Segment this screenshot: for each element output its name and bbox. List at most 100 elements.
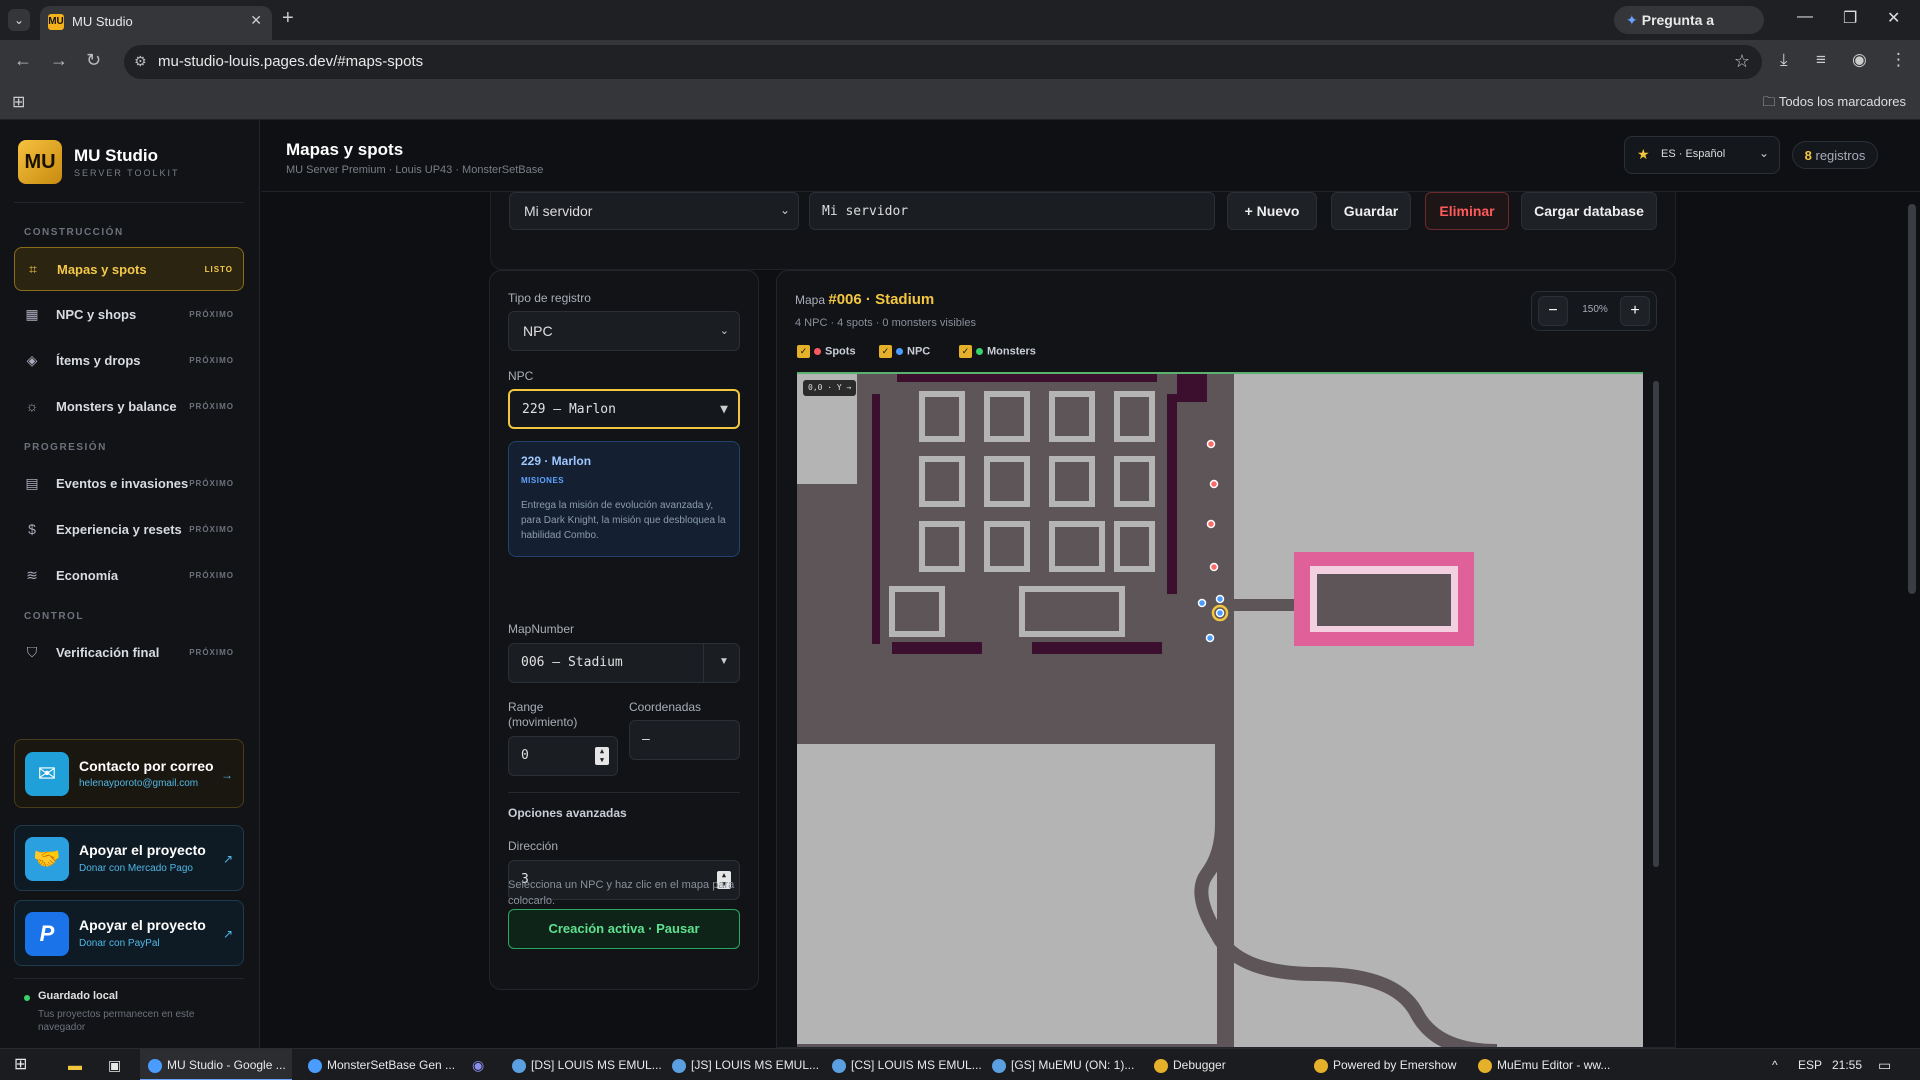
app-icon[interactable]: ▣ (108, 1049, 121, 1080)
taskbar-app[interactable]: MuEmu Editor - ww... (1470, 1049, 1630, 1080)
support-mercadopago-card[interactable]: 🤝 Apoyar el proyecto Donar con Mercado P… (14, 825, 244, 891)
taskbar-app-label: [CS] LOUIS MS EMUL... (851, 1058, 982, 1072)
taskbar-app[interactable]: MU Studio - Google ... (140, 1049, 292, 1080)
npc-marker[interactable] (1205, 633, 1215, 643)
map-wall (892, 642, 982, 654)
page-scrollbar[interactable] (1908, 204, 1916, 594)
sidebar-item-experiencia[interactable]: $ Experiencia y resets PRÓXIMO (14, 508, 244, 552)
restore-icon[interactable]: ❐ (1843, 8, 1857, 28)
npc-marker[interactable] (1197, 598, 1207, 608)
sidebar-item-npc[interactable]: ▦ NPC y shops PRÓXIMO (14, 293, 244, 337)
npc-card-title: 229 · Marlon (521, 454, 592, 468)
download-icon[interactable]: ⤓ (1780, 50, 1788, 70)
server-icon (832, 1058, 846, 1073)
sidebar-item-economia[interactable]: ≋ Economía PRÓXIMO (14, 554, 244, 598)
spot-marker[interactable] (1206, 439, 1216, 449)
legend-monsters-toggle[interactable]: ✓ Monsters (959, 345, 1036, 358)
omnibox[interactable]: ⚙ mu-studio-louis.pages.dev/#maps-spots … (124, 45, 1762, 79)
stepper-icon[interactable]: ▲ ▼ (595, 747, 609, 765)
media-icon[interactable]: ≡ (1816, 50, 1826, 70)
npc-marker[interactable] (1215, 594, 1225, 604)
spot-marker[interactable] (1206, 519, 1216, 529)
taskbar-app-label: [GS] MuEMU (ON: 1)... (1011, 1058, 1135, 1072)
discord-icon[interactable]: ◉ (472, 1049, 484, 1080)
language-select[interactable]: ★ ES · Español ⌄ (1624, 136, 1780, 174)
legend-npc-label: NPC (907, 345, 931, 358)
taskbar-app[interactable]: MonsterSetBase Gen ... (300, 1049, 460, 1080)
taskbar-app[interactable]: [GS] MuEMU (ON: 1)... (984, 1049, 1140, 1080)
zoom-in-button[interactable]: + (1620, 296, 1650, 326)
load-database-button[interactable]: Cargar database (1521, 192, 1657, 230)
close-window-icon[interactable]: ✕ (1887, 8, 1900, 28)
server-select[interactable]: Mi servidor ⌄ (509, 192, 799, 230)
spot-marker[interactable] (1209, 562, 1219, 572)
taskbar-app[interactable]: [DS] LOUIS MS EMUL... (504, 1049, 662, 1080)
bookmark-star-icon[interactable]: ☆ (1734, 51, 1750, 72)
taskbar-app[interactable]: [CS] LOUIS MS EMUL... (824, 1049, 982, 1080)
record-type-value: NPC (523, 323, 553, 339)
tab-favicon-icon: MU (48, 14, 64, 30)
coords-input[interactable]: — (629, 720, 740, 760)
coords-value: — (642, 732, 650, 747)
divider (508, 792, 740, 793)
map-number-select[interactable]: 006 — Stadium ▼ (508, 643, 740, 683)
taskbar-app[interactable]: Debugger (1146, 1049, 1296, 1080)
map-title: Mapa #006 · Stadium (795, 291, 934, 308)
sidebar-item-eventos[interactable]: ▤ Eventos e invasiones PRÓXIMO (14, 462, 244, 506)
legend-spots-toggle[interactable]: ✓ Spots (797, 345, 856, 358)
new-button[interactable]: + Nuevo (1227, 192, 1317, 230)
support-paypal-card[interactable]: P Apoyar el proyecto Donar con PayPal ↗ (14, 900, 244, 966)
npc-card-tag: MISIONES (521, 476, 565, 485)
start-icon[interactable]: ⊞ (14, 1049, 27, 1080)
taskbar-app[interactable]: Powered by Emershow (1306, 1049, 1472, 1080)
server-toolbar: Mi servidor ⌄ Mi servidor + Nuevo Guarda… (490, 192, 1676, 270)
menu-icon[interactable]: ⋮ (1890, 50, 1907, 70)
range-input[interactable]: 0 ▲ ▼ (508, 736, 618, 776)
forward-icon[interactable]: → (50, 50, 68, 71)
gemini-button[interactable]: ✦Pregunta a Gemini (1614, 6, 1764, 56)
zoom-out-button[interactable]: − (1538, 296, 1568, 326)
profile-icon[interactable]: ◉ (1852, 50, 1867, 70)
spot-marker[interactable] (1209, 479, 1219, 489)
apps-grid-icon[interactable]: ⊞ (12, 92, 25, 112)
sidebar-item-monsters[interactable]: ☼ Monsters y balance PRÓXIMO (14, 385, 244, 429)
all-bookmarks[interactable]: 🗀 Todos los marcadores (1762, 93, 1906, 115)
back-icon[interactable]: ← (14, 50, 32, 71)
delete-button[interactable]: Eliminar (1425, 192, 1509, 230)
coords-label: Coordenadas (629, 700, 702, 714)
legend-spots-label: Spots (825, 345, 856, 358)
record-type-select[interactable]: NPC ⌄ (508, 311, 740, 351)
contact-email-card[interactable]: ✉ Contacto por correo helenayporoto@gmai… (14, 739, 244, 808)
tray-chevron-icon[interactable]: ^ (1772, 1049, 1778, 1080)
tab-search-icon[interactable]: ⌄ (8, 9, 30, 31)
system-clock[interactable]: 21:55 (1832, 1049, 1862, 1080)
file-explorer-icon[interactable]: ▬ (68, 1049, 82, 1080)
caret-down-icon: ▼ (720, 402, 728, 417)
all-bookmarks-label: Todos los marcadores (1778, 94, 1906, 109)
records-label: registros (1815, 148, 1866, 163)
map-scrollbar[interactable] (1653, 381, 1659, 867)
npc-select[interactable]: 229 — Marlon ▼ (508, 389, 740, 429)
create-toggle-button[interactable]: Creación activa · Pausar (508, 909, 740, 949)
browser-tab[interactable]: MU MU Studio ✕ (40, 6, 272, 40)
map-canvas[interactable]: 0,0 · Y → (797, 372, 1643, 1047)
input-language[interactable]: ESP (1798, 1049, 1822, 1080)
minimize-icon[interactable]: — (1797, 8, 1813, 26)
legend-npc-toggle[interactable]: ✓ NPC (879, 345, 930, 358)
new-tab-icon[interactable]: + (282, 8, 294, 28)
sidebar-item-verificacion[interactable]: ⛉ Verificación final PRÓXIMO (14, 631, 244, 675)
server-name-input[interactable]: Mi servidor (809, 192, 1215, 230)
tab-close-icon[interactable]: ✕ (250, 12, 262, 29)
chevron-down-icon: ⌄ (1758, 146, 1769, 160)
taskbar-app-label: MuEmu Editor - ww... (1497, 1058, 1611, 1072)
sidebar-item-mapas[interactable]: ⌗ Mapas y spots LISTO (14, 247, 244, 291)
npc-marker[interactable] (1215, 608, 1225, 618)
reload-icon[interactable]: ↻ (86, 50, 101, 71)
site-info-icon[interactable]: ⚙ (134, 53, 147, 70)
language-value: ES · Español (1661, 148, 1726, 160)
status-badge: PRÓXIMO (189, 356, 234, 365)
taskbar-app[interactable]: [JS] LOUIS MS EMUL... (664, 1049, 820, 1080)
save-button[interactable]: Guardar (1331, 192, 1411, 230)
sidebar-item-items[interactable]: ◈ Ítems y drops PRÓXIMO (14, 339, 244, 383)
notification-icon[interactable]: ▭ (1878, 1049, 1891, 1080)
